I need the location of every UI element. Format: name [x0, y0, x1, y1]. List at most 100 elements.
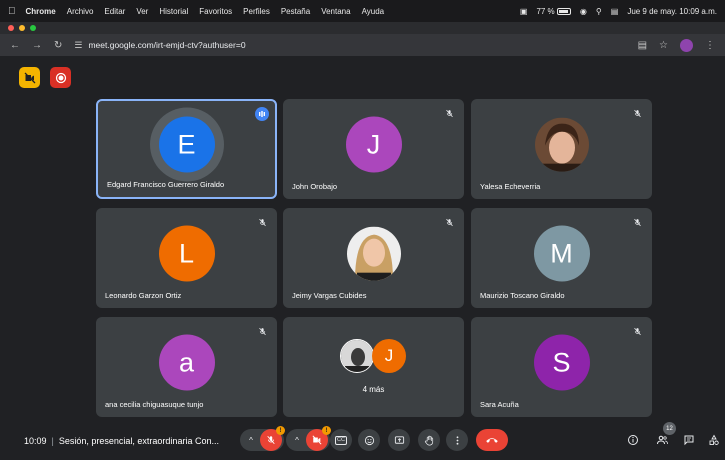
participant-tile-edgard[interactable]: E Edgard Francisco Guerrero Giraldo — [96, 99, 277, 199]
battery-percent: 77 % — [536, 6, 555, 16]
people-button[interactable] — [655, 433, 669, 447]
hand-icon — [424, 435, 433, 445]
menubar-status: ▣ 77 % ◉ ⚲ ▤ Jue 9 de may. 10:09 a.m. — [520, 7, 717, 16]
screen-mirror-icon[interactable]: ▣ — [520, 7, 528, 16]
present-icon — [394, 435, 404, 444]
menu-ver[interactable]: Ver — [136, 7, 148, 16]
menu-perfiles[interactable]: Perfiles — [243, 7, 270, 16]
menu-ventana[interactable]: Ventana — [321, 7, 350, 16]
menu-editar[interactable]: Editar — [104, 7, 125, 16]
participant-tile-ana[interactable]: a ana cecilia chiguasuque tunjo — [96, 317, 277, 417]
bookmark-star-icon[interactable]: ☆ — [659, 40, 668, 51]
captions-icon: CC — [335, 435, 347, 445]
participant-name: Maurizio Toscano Giraldo — [480, 291, 565, 300]
toolbar-actions: ▤ ☆ ⋮ — [638, 38, 715, 52]
participant-tile-john[interactable]: J John Orobajo — [283, 99, 464, 199]
present-screen-button[interactable] — [388, 429, 410, 451]
raise-hand-button[interactable] — [418, 429, 440, 451]
menu-favoritos[interactable]: Favoritos — [199, 7, 232, 16]
leave-call-button[interactable] — [476, 429, 508, 451]
people-icon — [656, 435, 668, 445]
window-controls — [8, 25, 36, 31]
profile-photo — [346, 226, 401, 281]
participant-tile-yalesa[interactable]: Yalesa Echeverria — [471, 99, 652, 199]
mic-off-icon — [267, 435, 275, 445]
airplay-icon[interactable]: ◉ — [580, 7, 587, 16]
control-center-icon[interactable]: ▤ — [611, 7, 619, 16]
avatar: J — [372, 339, 406, 373]
meeting-time: 10:09 — [24, 436, 47, 446]
record-icon — [55, 72, 66, 83]
meeting-info: 10:09 | Sesión, presencial, extraordinaria… — [24, 436, 219, 446]
meeting-controls-bar: 10:09 | Sesión, presencial, extraordinaria… — [0, 424, 725, 460]
participant-name: Sara Acuña — [480, 400, 519, 409]
audio-options-chevron-icon[interactable]: ^ — [242, 436, 260, 445]
shapes-icon — [709, 434, 719, 445]
participant-name: Edgard Francisco Guerrero Giraldo — [107, 180, 225, 189]
meeting-details-button[interactable] — [626, 433, 640, 447]
profile-avatar[interactable] — [680, 38, 693, 52]
mic-muted-icon — [442, 106, 456, 120]
camera-off-indicator[interactable] — [19, 67, 40, 88]
recording-indicator[interactable] — [50, 67, 71, 88]
cast-icon[interactable]: ▤ — [638, 40, 647, 51]
avatar: M — [533, 225, 590, 282]
mic-warning-badge: ! — [276, 426, 285, 435]
participant-tile-leonardo[interactable]: L Leonardo Garzon Ortiz — [96, 208, 277, 308]
profile-photo — [534, 117, 589, 172]
back-arrow-icon[interactable]: ← — [10, 40, 20, 51]
avatar: L — [158, 225, 215, 282]
browser-tabstrip — [0, 22, 725, 34]
menubar-datetime[interactable]: Jue 9 de may. 10:09 a.m. — [627, 7, 717, 16]
mic-muted-icon — [442, 215, 456, 229]
more-avatars: J — [340, 339, 406, 373]
participant-name: Jeimy Vargas Cubides — [292, 291, 367, 300]
participant-name: John Orobajo — [292, 182, 338, 191]
menu-ayuda[interactable]: Ayuda — [362, 7, 385, 16]
close-window-button[interactable] — [8, 25, 14, 31]
camera-control-group: ^ ! — [286, 426, 331, 451]
menu-pestana[interactable]: Pestaña — [281, 7, 310, 16]
info-icon — [628, 435, 638, 445]
menu-historial[interactable]: Historial — [159, 7, 188, 16]
browser-toolbar: ← → ↻ ☰ meet.google.com/irt-emjd-ctv?aut… — [0, 34, 725, 56]
more-vert-icon — [456, 435, 458, 445]
participant-name: ana cecilia chiguasuque tunjo — [105, 400, 204, 409]
mic-muted-icon — [630, 106, 644, 120]
speaking-indicator-icon — [255, 107, 269, 121]
participant-tile-maurizio[interactable]: M Maurizio Toscano Giraldo — [471, 208, 652, 308]
more-participants-tile[interactable]: J 4 más — [283, 317, 464, 417]
more-participants-label: 4 más — [362, 385, 385, 394]
chat-button[interactable] — [682, 433, 696, 447]
reactions-button[interactable] — [358, 429, 380, 451]
meeting-title[interactable]: Sesión, presencial, extraordinaria Con..… — [59, 436, 219, 446]
mic-control-group: ^ ! — [240, 426, 285, 451]
participant-tile-jeimy[interactable]: Jeimy Vargas Cubides — [283, 208, 464, 308]
minimize-window-button[interactable] — [19, 25, 25, 31]
zoom-window-button[interactable] — [30, 25, 36, 31]
more-options-button[interactable] — [446, 429, 468, 451]
chrome-menu-icon[interactable]: ⋮ — [705, 40, 715, 51]
menu-archivo[interactable]: Archivo — [67, 7, 94, 16]
search-icon[interactable]: ⚲ — [596, 7, 602, 16]
camera-toggle-button[interactable]: ! — [306, 426, 331, 451]
site-info-icon[interactable]: ☰ — [74, 40, 82, 51]
address-bar[interactable]: meet.google.com/irt-emjd-ctv?authuser=0 — [88, 40, 245, 50]
apple-icon[interactable]:  — [8, 6, 16, 17]
emoji-icon — [364, 435, 374, 445]
activities-button[interactable] — [707, 433, 721, 447]
captions-button[interactable]: CC — [330, 429, 352, 451]
camera-warning-badge: ! — [322, 426, 331, 435]
reload-icon[interactable]: ↻ — [54, 40, 62, 51]
avatar: J — [345, 116, 402, 173]
participant-name: Yalesa Echeverria — [480, 182, 541, 191]
hang-up-icon — [486, 438, 498, 443]
menu-app-name[interactable]: Chrome — [26, 7, 56, 16]
forward-arrow-icon[interactable]: → — [32, 40, 42, 51]
video-off-icon — [24, 72, 35, 83]
participant-count-badge: 12 — [663, 422, 676, 435]
mic-toggle-button[interactable]: ! — [260, 426, 285, 451]
participant-tile-sara[interactable]: S Sara Acuña — [471, 317, 652, 417]
video-options-chevron-icon[interactable]: ^ — [288, 436, 306, 445]
battery-status[interactable]: 77 % — [536, 6, 571, 16]
